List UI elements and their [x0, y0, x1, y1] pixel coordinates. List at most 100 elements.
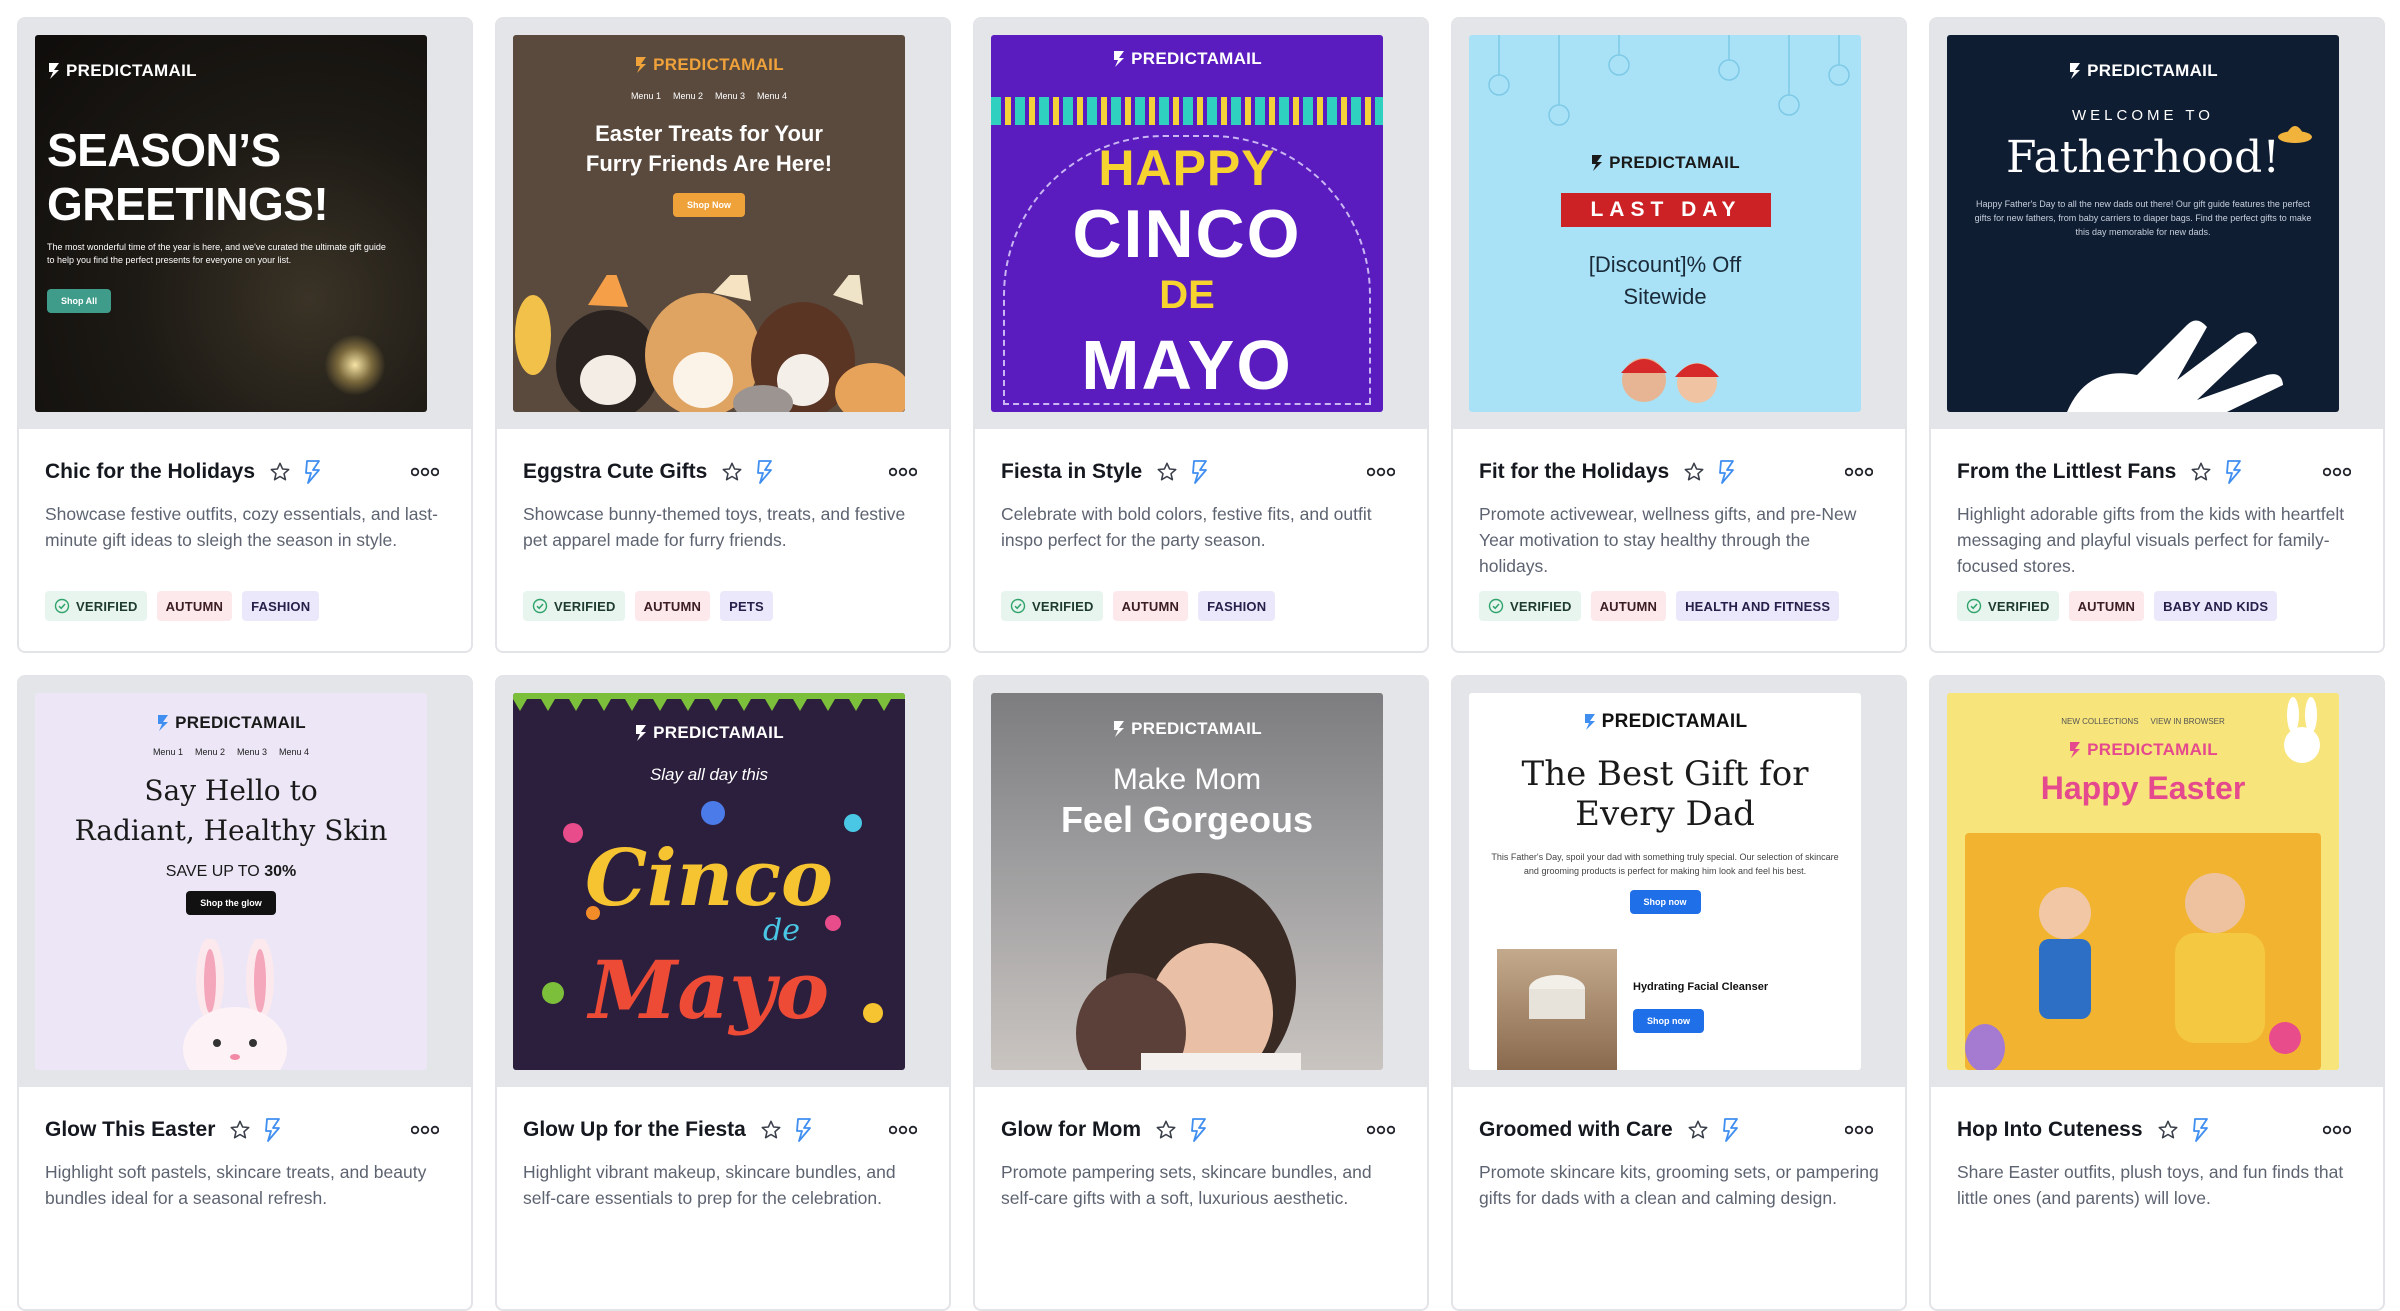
template-card[interactable]: PREDICTAMAIL Make Mom Feel Gorgeous Glow… [973, 675, 1429, 1311]
template-thumbnail[interactable]: PREDICTAMAIL The Best Gift for Every Dad… [1469, 693, 1861, 1070]
thumbnail-frame: PREDICTAMAIL Menu 1 Menu 2 Menu 3 Menu 4 Sa… [19, 677, 471, 1087]
template-card[interactable]: NEW COLLECTIONS VIEW IN BROWSER PREDICTAM… [1929, 675, 2385, 1311]
brand-logo: PREDICTAMAIL [991, 693, 1383, 743]
star-icon[interactable] [1687, 1119, 1709, 1141]
card-title[interactable]: Eggstra Cute Gifts [523, 460, 707, 484]
thumbnail-headline: Say Hello to Radiant, Healthy Skin [74, 774, 388, 847]
product-image [1497, 949, 1617, 1070]
template-thumbnail[interactable]: PREDICTAMAIL Slay all day this Cinco de … [513, 693, 905, 1070]
tag-list: VERIFIED AUTUMN FASHION [45, 591, 445, 621]
card-title[interactable]: Glow This Easter [45, 1118, 215, 1142]
more-options-icon[interactable] [411, 1125, 439, 1135]
verified-check-icon [532, 598, 548, 614]
bolt-icon [305, 460, 320, 484]
template-thumbnail[interactable]: PREDICTAMAIL Menu 1 Menu 2 Menu 3 Menu 4 Sa… [35, 693, 427, 1070]
star-icon[interactable] [1683, 461, 1705, 483]
verified-check-icon [1010, 598, 1026, 614]
template-card[interactable]: PREDICTAMAIL Slay all day this Cinco de … [495, 675, 951, 1311]
star-icon[interactable] [229, 1119, 251, 1141]
template-thumbnail[interactable]: PREDICTAMAIL LAST DAY [Discount]% Off Si… [1469, 35, 1861, 412]
star-icon[interactable] [2190, 461, 2212, 483]
thumbnail-offer: SAVE UP TO 30% [165, 863, 297, 880]
thumbnail-menu: Menu 1 Menu 2 Menu 3 Menu 4 [152, 747, 310, 757]
template-card[interactable]: PREDICTAMAIL Menu 1 Menu 2 Menu 3 Menu 4 Sa… [17, 675, 473, 1311]
more-options-icon[interactable] [1845, 1125, 1873, 1135]
thumbnail-body: The most wonderful time of the year is h… [47, 242, 386, 265]
card-title[interactable]: Fiesta in Style [1001, 460, 1142, 484]
brand-logo: PREDICTAMAIL [47, 61, 197, 85]
category-tag: PETS [720, 591, 773, 621]
card-title[interactable]: Glow Up for the Fiesta [523, 1118, 746, 1142]
people-illustration [1609, 345, 1729, 412]
thumbnail-kicker: Slay all day this [649, 765, 769, 784]
card-description: Highlight vibrant makeup, skincare bundl… [523, 1162, 896, 1208]
template-thumbnail[interactable]: PREDICTAMAIL WELCOME TO Fatherhood! Happ… [1947, 35, 2339, 412]
template-thumbnail[interactable]: PREDICTAMAIL Make Mom Feel Gorgeous [991, 693, 1383, 1070]
thumbnail-button: Shop All [47, 289, 112, 313]
template-card[interactable]: PREDICTAMAIL The Best Gift for Every Dad… [1451, 675, 1907, 1311]
hand-illustration [2047, 305, 2307, 412]
card-description: Promote skincare kits, grooming sets, or… [1479, 1162, 1879, 1208]
card-description: Celebrate with bold colors, festive fits… [1001, 504, 1372, 550]
card-title[interactable]: Groomed with Care [1479, 1118, 1673, 1142]
template-card[interactable]: PREDICTAMAIL HAPPY CINCO DE MAYO Fiesta … [973, 17, 1429, 653]
star-icon[interactable] [760, 1119, 782, 1141]
card-description: Share Easter outfits, plush toys, and fu… [1957, 1162, 2344, 1208]
thumbnail-body: Happy Father's Day to all the new dads o… [1974, 199, 2312, 237]
brand-logo: PREDICTAMAIL [1947, 35, 2339, 85]
category-tag: FASHION [242, 591, 320, 621]
bolt-icon [1722, 1118, 1738, 1142]
more-options-icon[interactable] [889, 1125, 917, 1135]
family-photo [1965, 833, 2321, 1070]
people-illustration [1051, 863, 1351, 1070]
card-description: Promote pampering sets, skincare bundles… [1001, 1162, 1372, 1208]
verified-tag: VERIFIED [523, 591, 625, 621]
star-icon[interactable] [269, 461, 291, 483]
thumbnail-line: DE [1159, 273, 1215, 317]
thumbnail-body: This Father's Day, spoil your dad with s… [1491, 852, 1839, 876]
template-thumbnail[interactable]: PREDICTAMAIL HAPPY CINCO DE MAYO [991, 35, 1383, 412]
template-thumbnail[interactable]: PREDICTAMAIL Menu 1 Menu 2 Menu 3 Menu 4 Ea… [513, 35, 905, 412]
thumbnail-frame: NEW COLLECTIONS VIEW IN BROWSER PREDICTAM… [1931, 677, 2383, 1087]
star-icon[interactable] [721, 461, 743, 483]
template-thumbnail[interactable]: NEW COLLECTIONS VIEW IN BROWSER PREDICTAM… [1947, 693, 2339, 1070]
card-title[interactable]: Hop Into Cuteness [1957, 1118, 2143, 1142]
product-name: Hydrating Facial Cleanser [1633, 981, 1769, 993]
card-title[interactable]: Fit for the Holidays [1479, 460, 1669, 484]
tag-list: VERIFIED AUTUMN HEALTH AND FITNESS [1479, 591, 1879, 621]
tag-list: VERIFIED AUTUMN PETS [523, 591, 923, 621]
more-options-icon[interactable] [1367, 1125, 1395, 1135]
thumbnail-frame: PREDICTAMAIL SEASON’S GREETINGS! The mos… [19, 19, 471, 429]
more-options-icon[interactable] [889, 467, 917, 477]
more-options-icon[interactable] [2323, 1125, 2351, 1135]
more-options-icon[interactable] [411, 467, 439, 477]
template-card[interactable]: PREDICTAMAIL SEASON’S GREETINGS! The mos… [17, 17, 473, 653]
pattern-band [991, 97, 1383, 125]
category-tag: HEALTH AND FITNESS [1676, 591, 1840, 621]
card-title[interactable]: From the Littlest Fans [1957, 460, 2176, 484]
thumbnail-frame: PREDICTAMAIL Make Mom Feel Gorgeous [975, 677, 1427, 1087]
more-options-icon[interactable] [2323, 467, 2351, 477]
template-thumbnail[interactable]: PREDICTAMAIL SEASON’S GREETINGS! The mos… [35, 35, 427, 412]
template-card[interactable]: PREDICTAMAIL LAST DAY [Discount]% Off Si… [1451, 17, 1907, 653]
card-description: Showcase bunny-themed toys, treats, and … [523, 504, 906, 550]
season-tag: AUTUMN [156, 591, 233, 621]
last-day-banner: LAST DAY [1561, 193, 1771, 227]
verified-tag: VERIFIED [45, 591, 147, 621]
star-icon[interactable] [2157, 1119, 2179, 1141]
tag-list: VERIFIED AUTUMN BABY AND KIDS [1957, 591, 2357, 621]
brand-logo: PREDICTAMAIL [1469, 153, 1861, 177]
more-options-icon[interactable] [1367, 467, 1395, 477]
more-options-icon[interactable] [1845, 467, 1873, 477]
ornament-glow [325, 335, 385, 395]
card-description: Showcase festive outfits, cozy essential… [45, 504, 438, 550]
bolt-icon [795, 1118, 811, 1142]
floral-decoration [533, 793, 893, 1053]
template-card[interactable]: PREDICTAMAIL WELCOME TO Fatherhood! Happ… [1929, 17, 2385, 653]
card-title[interactable]: Glow for Mom [1001, 1118, 1141, 1142]
template-card[interactable]: PREDICTAMAIL Menu 1 Menu 2 Menu 3 Menu 4 Ea… [495, 17, 951, 653]
star-icon[interactable] [1156, 461, 1178, 483]
star-icon[interactable] [1155, 1119, 1177, 1141]
card-description: Highlight soft pastels, skincare treats,… [45, 1162, 427, 1208]
card-title[interactable]: Chic for the Holidays [45, 460, 255, 484]
